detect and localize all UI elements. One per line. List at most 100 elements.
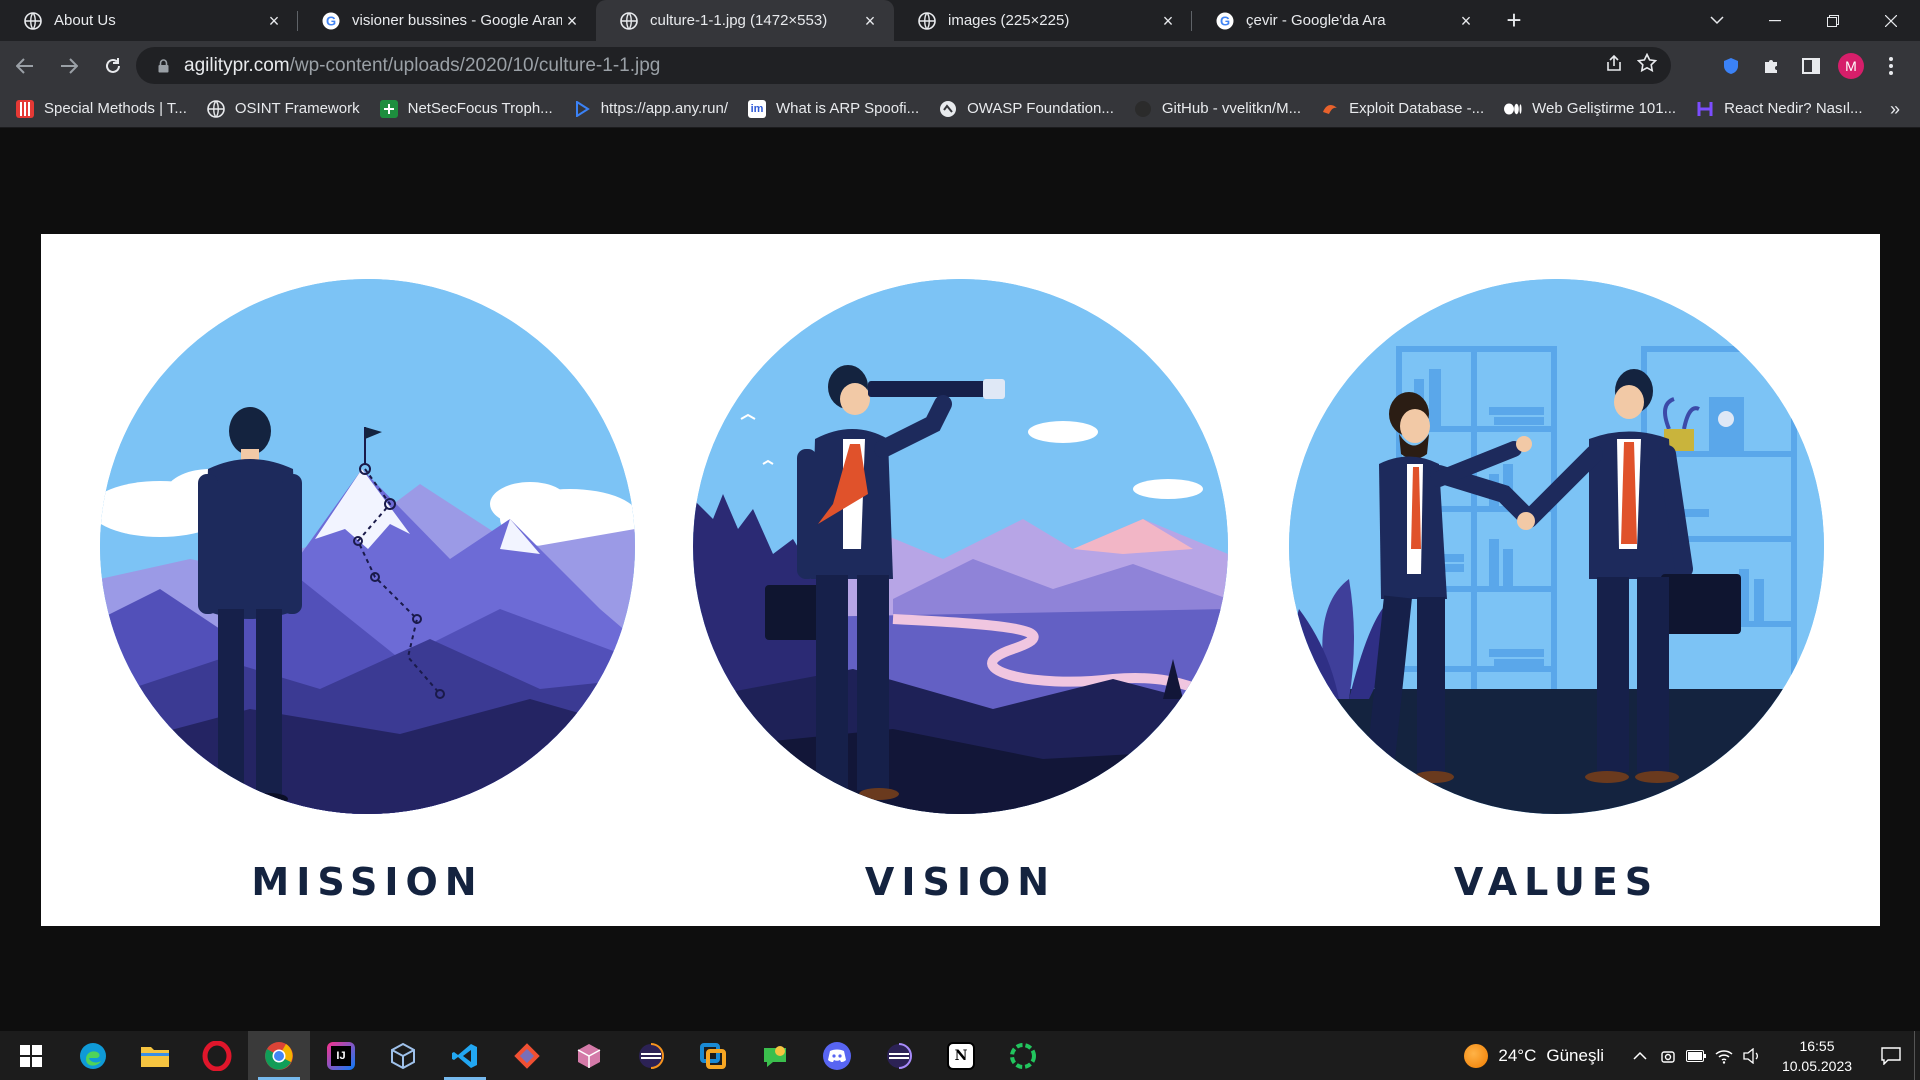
tab-images[interactable]: images (225×225) × (894, 0, 1192, 41)
browser-toolbar: agilitypr.com/wp-content/uploads/2020/10… (0, 41, 1920, 90)
taskbar-app-chat[interactable] (744, 1031, 806, 1080)
sheets-icon (379, 99, 398, 118)
taskbar-vscode[interactable] (434, 1031, 496, 1080)
taskbar-notion[interactable]: N (930, 1031, 992, 1080)
close-window-button[interactable] (1862, 0, 1920, 41)
chevron-up-icon[interactable] (1626, 1042, 1654, 1070)
close-icon[interactable]: × (1158, 11, 1178, 31)
bookmark-anyrun[interactable]: https://app.any.run/ (573, 100, 728, 118)
taskbar-chrome[interactable] (248, 1031, 310, 1080)
eclipse-icon (887, 1042, 912, 1069)
camera-icon[interactable] (1654, 1042, 1682, 1070)
tab-title: visioner bussines - Google Arama (352, 12, 562, 29)
google-icon: G (1216, 12, 1234, 30)
start-button[interactable] (0, 1031, 62, 1080)
taskbar-opera[interactable] (186, 1031, 248, 1080)
menu-kebab-icon[interactable] (1874, 49, 1908, 83)
sun-icon (1464, 1043, 1489, 1068)
git-icon (514, 1042, 540, 1069)
url-host: agilitypr.com (184, 54, 290, 76)
address-bar[interactable]: agilitypr.com/wp-content/uploads/2020/10… (136, 47, 1671, 84)
tab-google-search[interactable]: G visioner bussines - Google Arama × (298, 0, 596, 41)
globe-icon (918, 11, 936, 30)
taskbar-intellij[interactable]: IJ (310, 1031, 372, 1080)
tab-search-button[interactable] (1688, 0, 1746, 41)
minimize-button[interactable] (1746, 0, 1804, 41)
red-bookmark-icon (16, 99, 34, 118)
arrow-right-icon (61, 57, 78, 74)
globe-icon (620, 11, 638, 30)
wifi-icon[interactable] (1710, 1042, 1738, 1070)
bookmark-exploit-db[interactable]: Exploit Database -... (1321, 100, 1484, 118)
notification-button[interactable] (1868, 1046, 1914, 1065)
lock-icon[interactable] (152, 58, 174, 73)
notification-icon (1881, 1046, 1901, 1065)
culture-image: MISSION VISION VALUES (41, 234, 1880, 926)
toolbar-right: M (1714, 47, 1908, 84)
svg-text:G: G (1220, 13, 1230, 28)
tab-about-us[interactable]: About Us × (0, 0, 298, 41)
back-button[interactable] (6, 47, 44, 85)
close-icon[interactable]: × (860, 11, 880, 31)
exploitdb-icon (1321, 100, 1339, 118)
taskbar-virtualbox[interactable] (372, 1031, 434, 1080)
avatar: M (1838, 52, 1864, 79)
battery-icon[interactable] (1682, 1042, 1710, 1070)
taskbar-edge[interactable] (62, 1031, 124, 1080)
forward-button[interactable] (50, 47, 88, 85)
clock[interactable]: 16:55 10.05.2023 (1774, 1036, 1860, 1076)
taskbar-eclipse-2[interactable] (868, 1031, 930, 1080)
bookmark-arp-spoofing[interactable]: im What is ARP Spoofi... (748, 99, 919, 118)
bookmark-osint[interactable]: OSINT Framework (207, 99, 360, 118)
close-icon[interactable]: × (264, 11, 284, 31)
bookmark-web-gelistirme[interactable]: Web Geliştirme 101... (1504, 100, 1676, 118)
google-icon: G (322, 12, 340, 30)
chrome-icon (265, 1041, 293, 1070)
windows-logo-icon (20, 1044, 42, 1067)
bookmark-label: https://app.any.run/ (600, 100, 728, 117)
bookmarks-overflow-button[interactable]: » (1890, 90, 1900, 128)
bookmark-github[interactable]: GitHub - vvelitkn/M... (1134, 100, 1301, 118)
bookmark-netsecfocus[interactable]: NetSecFocus Troph... (379, 99, 553, 118)
taskbar-app-cube[interactable] (558, 1031, 620, 1080)
tab-culture-image[interactable]: culture-1-1.jpg (1472×553) × (596, 0, 894, 41)
close-icon[interactable]: × (1456, 11, 1476, 31)
page-viewport: MISSION VISION VALUES (0, 129, 1920, 1031)
tab-strip: About Us × G visioner bussines - Google … (0, 0, 1920, 41)
bookmark-special-methods[interactable]: Special Methods | T... (16, 99, 187, 118)
extensions-puzzle-icon[interactable] (1754, 49, 1788, 83)
new-tab-button[interactable]: + (1494, 0, 1534, 41)
restore-button[interactable] (1804, 0, 1862, 41)
reload-button[interactable] (94, 47, 132, 85)
tab-cevir-search[interactable]: G çevir - Google'da Ara × (1192, 0, 1490, 41)
restore-icon (1827, 14, 1839, 27)
taskbar-app-ring[interactable] (992, 1031, 1054, 1080)
taskbar-file-explorer[interactable] (124, 1031, 186, 1080)
star-icon[interactable] (1636, 52, 1658, 78)
taskbar-app-square[interactable] (682, 1031, 744, 1080)
window-controls (1688, 0, 1920, 41)
share-icon[interactable] (1605, 54, 1623, 77)
extension-shield-icon[interactable] (1714, 49, 1748, 83)
show-desktop-button[interactable] (1914, 1031, 1920, 1080)
side-panel-icon[interactable] (1794, 49, 1828, 83)
opera-icon (202, 1040, 232, 1071)
anyrun-icon (573, 100, 591, 118)
bookmark-react-nedir[interactable]: React Nedir? Nasıl... (1696, 100, 1863, 118)
volume-icon[interactable] (1738, 1042, 1766, 1070)
taskbar-git[interactable] (496, 1031, 558, 1080)
caption-mission: MISSION (251, 860, 484, 904)
taskbar-eclipse[interactable] (620, 1031, 682, 1080)
arrow-left-icon (16, 57, 33, 74)
bookmark-label: React Nedir? Nasıl... (1724, 100, 1863, 117)
tab-title: About Us (54, 12, 116, 29)
ring-icon (1010, 1042, 1036, 1069)
profile-button[interactable]: M (1834, 49, 1868, 83)
close-icon[interactable]: × (562, 11, 582, 31)
bookmark-owasp[interactable]: OWASP Foundation... (939, 100, 1114, 118)
weather-widget[interactable]: 24°C Güneşli (1464, 1043, 1604, 1068)
eclipse-icon (639, 1042, 664, 1069)
weather-temp: 24°C (1498, 1045, 1537, 1065)
hashnode-icon (1696, 100, 1714, 118)
taskbar-discord[interactable] (806, 1031, 868, 1080)
